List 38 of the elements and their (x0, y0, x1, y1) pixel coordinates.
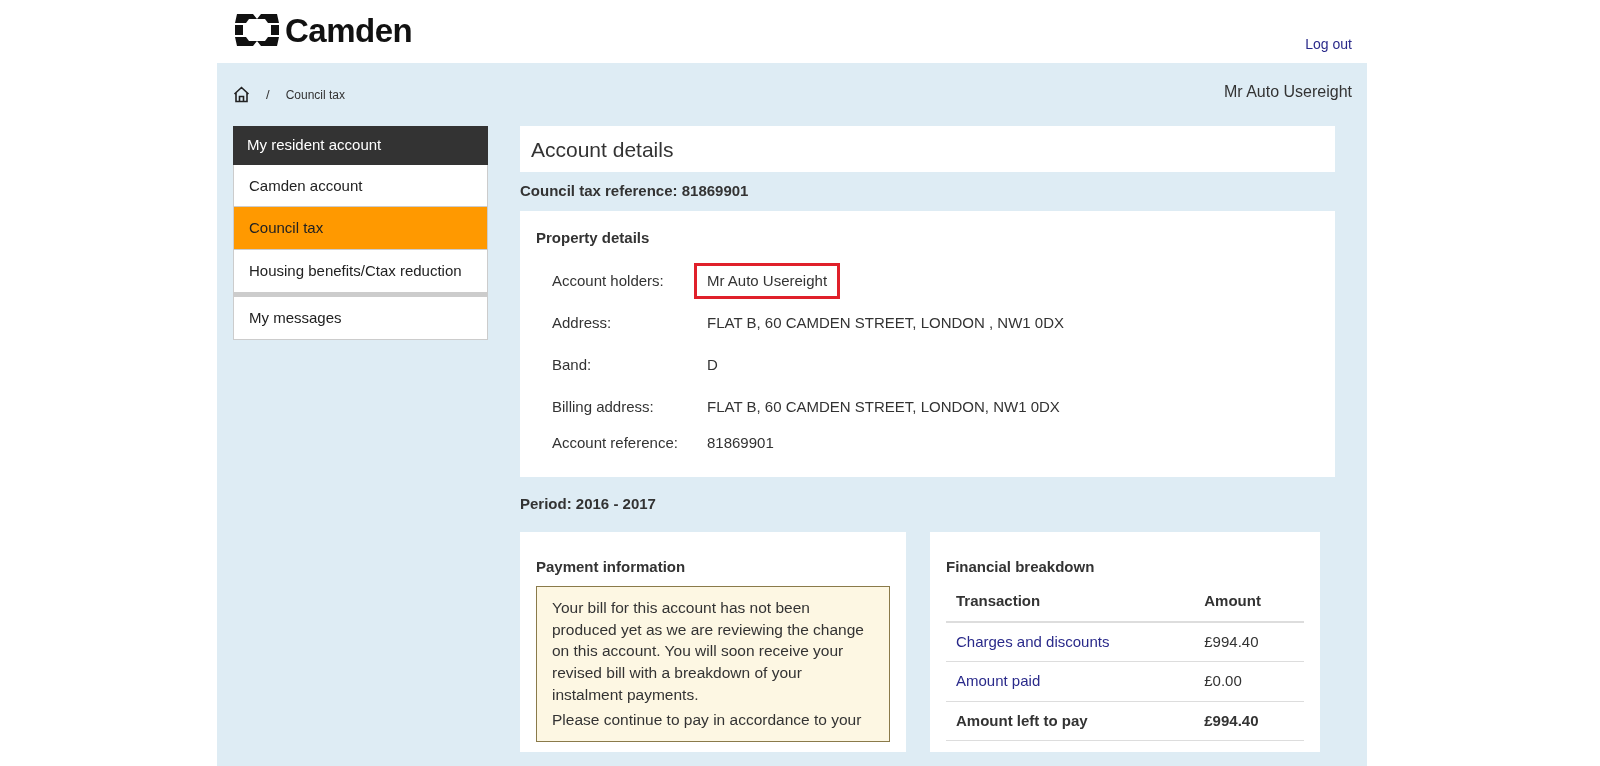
breadcrumb-current: Council tax (285, 86, 345, 104)
period-heading: Period: 2016 - 2017 (520, 494, 657, 514)
sidebar-item[interactable]: Camden account (233, 164, 488, 208)
field-value: 81869901 (707, 432, 774, 453)
amount-cell: £0.00 (1194, 661, 1304, 701)
field-value: D (707, 354, 718, 375)
sidebar-item[interactable]: Council tax (233, 207, 488, 250)
sidebar-item[interactable]: Housing benefits/Ctax reduction (233, 250, 488, 293)
reference-heading: Council tax reference: 81869901 (520, 181, 750, 201)
page-title: Account details (520, 126, 1335, 172)
sidebar-title: My resident account (233, 126, 488, 165)
logo-icon (233, 12, 281, 48)
breadcrumb-separator: / (266, 85, 270, 104)
field-value: FLAT B, 60 CAMDEN STREET, LONDON , NW1 0DX (707, 312, 1065, 333)
column-header: Amount (1194, 582, 1304, 622)
column-header: Transaction (946, 582, 1195, 622)
field-label: Address: (552, 312, 613, 333)
sidebar-item[interactable]: My messages (233, 292, 488, 340)
field-label: Billing address: (552, 396, 655, 417)
amount-cell: £994.40 (1194, 621, 1304, 662)
notice-text: Your bill for this account has not been produced yet as we are reviewing the change on this account. You will soon receive your revised bill with a breakdown of your instalment payments. (552, 598, 865, 705)
highlighted-value: Mr Auto Usereight (694, 262, 841, 300)
logo-text: Camden (285, 13, 413, 47)
notice-text: Please continue to pay in accordance to your (552, 710, 863, 731)
field-value: FLAT B, 60 CAMDEN STREET, LONDON, NW1 0DX (707, 396, 1060, 417)
logout-link[interactable]: Log out (1305, 34, 1352, 55)
total-label: Amount left to pay (946, 701, 1195, 741)
field-label: Account holders: (552, 270, 665, 291)
section-heading: Payment information (536, 556, 687, 577)
field-label: Account reference: (552, 432, 679, 453)
transaction-link[interactable]: Charges and discounts (956, 632, 1110, 650)
total-amount: £994.40 (1194, 701, 1304, 741)
home-icon[interactable] (233, 86, 250, 103)
user-name: Mr Auto Usereight (1223, 81, 1352, 102)
section-heading: Financial breakdown (946, 556, 1096, 577)
section-heading: Property details (536, 227, 651, 248)
field-label: Band: (552, 354, 593, 375)
transaction-link[interactable]: Amount paid (956, 672, 1041, 689)
